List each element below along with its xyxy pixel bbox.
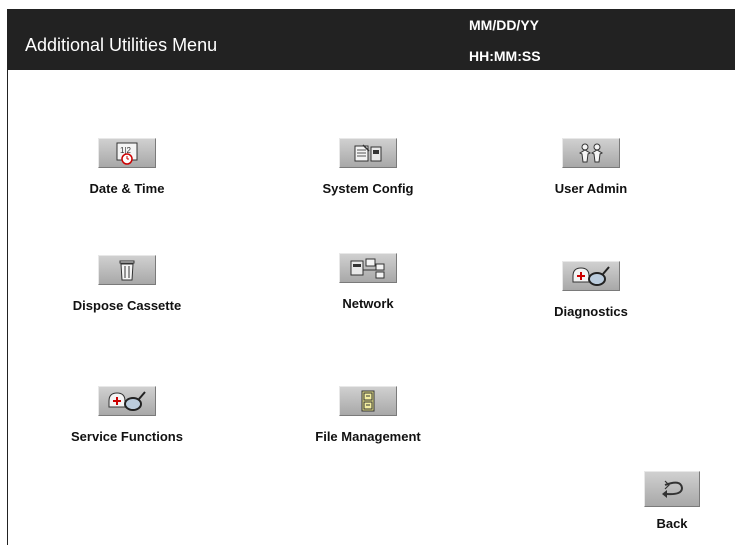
calendar-clock-icon: 1|2 [112, 141, 142, 165]
stethoscope-icon [105, 389, 149, 413]
header-bar: Additional Utilities Menu MM/DD/YY HH:MM… [8, 9, 735, 70]
back-label: Back [656, 516, 688, 531]
back-arrow-icon [655, 476, 689, 502]
system-config-label: System Config [322, 181, 414, 196]
stethoscope-icon [569, 264, 613, 288]
date-time-label: Date & Time [89, 181, 165, 196]
date-time-icon-button[interactable]: 1|2 [98, 138, 156, 168]
service-functions-button[interactable]: Service Functions [37, 386, 217, 444]
file-cabinet-icon [359, 389, 377, 413]
back-button[interactable]: Back [582, 471, 735, 531]
network-label: Network [342, 296, 394, 311]
page-title: Additional Utilities Menu [25, 35, 218, 55]
user-admin-button[interactable]: User Admin [501, 138, 681, 196]
user-admin-label: User Admin [554, 181, 628, 196]
dispose-cassette-button[interactable]: Dispose Cassette [37, 255, 217, 313]
diagnostics-icon-button[interactable] [562, 261, 620, 291]
network-button[interactable]: Network [278, 253, 458, 311]
diagnostics-label: Diagnostics [554, 304, 628, 319]
date-time-button[interactable]: 1|2 Date & Time [37, 138, 217, 196]
file-management-label: File Management [315, 429, 421, 444]
service-functions-label: Service Functions [71, 429, 183, 444]
dispose-cassette-label: Dispose Cassette [72, 298, 182, 313]
user-admin-icon-button[interactable] [562, 138, 620, 168]
network-icon-button[interactable] [339, 253, 397, 283]
service-functions-icon-button[interactable] [98, 386, 156, 416]
system-config-button[interactable]: System Config [278, 138, 458, 196]
system-config-icon-button[interactable] [339, 138, 397, 168]
time-display: HH:MM:SS [469, 48, 541, 64]
file-management-button[interactable]: File Management [278, 386, 458, 444]
users-icon [575, 142, 607, 164]
date-display: MM/DD/YY [469, 17, 539, 33]
diagnostics-button[interactable]: Diagnostics [501, 261, 681, 319]
file-management-icon-button[interactable] [339, 386, 397, 416]
trash-icon [117, 258, 137, 282]
network-icon [348, 256, 388, 280]
dispose-cassette-icon-button[interactable] [98, 255, 156, 285]
config-icon [351, 142, 385, 164]
back-icon-button[interactable] [644, 471, 700, 507]
